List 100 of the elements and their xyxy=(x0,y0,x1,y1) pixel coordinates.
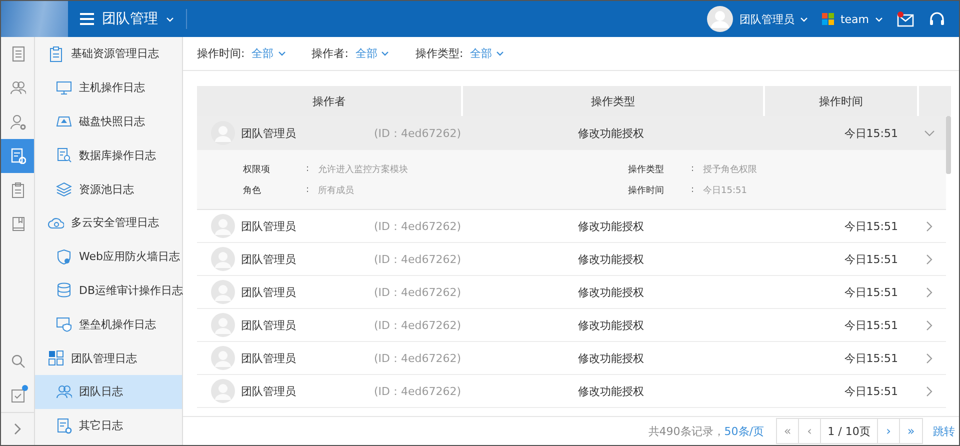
chevron-right-icon xyxy=(926,286,933,298)
caret-down-icon xyxy=(875,16,883,22)
detail-value: 允许进入监控方案模块 xyxy=(318,163,408,176)
table-cell-text: 修改功能授权 xyxy=(577,384,645,398)
sidebar-item[interactable]: Web应用防火墙日志 xyxy=(35,240,182,274)
chevron-right-icon xyxy=(14,423,22,435)
app-menu-button[interactable]: 团队管理 xyxy=(68,9,187,29)
operator-id: (ID：4ed67262) xyxy=(374,218,461,234)
avatar-icon xyxy=(211,247,235,271)
book-icon xyxy=(10,216,26,232)
chevron-down-icon xyxy=(924,130,935,136)
scrollbar[interactable] xyxy=(946,116,951,174)
table-row[interactable]: 团队管理员 (ID：4ed67262) 修改功能授权 今日15:51 xyxy=(197,342,946,375)
filter-label: 操作时间: xyxy=(197,46,245,61)
colon: : xyxy=(306,164,310,174)
table-row[interactable]: 团队管理员 (ID：4ed67262) 修改功能授权 今日15:51 xyxy=(197,276,946,309)
colon: : xyxy=(691,164,696,174)
operator-id: (ID：4ed67262) xyxy=(374,126,461,140)
layers-icon xyxy=(56,181,72,198)
table-row[interactable]: 团队管理员 (ID：4ed67262) 修改功能授权 今日15:51 xyxy=(197,375,946,408)
table-cell-text: 修改功能授权 xyxy=(577,252,645,266)
table-cell-text: 今日15:51 xyxy=(843,284,899,300)
filter-dropdown[interactable]: 全部 xyxy=(252,46,286,61)
database-icon xyxy=(56,282,72,298)
detail-label: 权限项 xyxy=(243,164,271,176)
table-row[interactable]: 团队管理员 (ID：4ed67262) 修改功能授权 今日15:51 xyxy=(197,309,946,342)
record-count: 共490条记录， xyxy=(648,424,724,438)
sidebar-group[interactable]: 多云安全管理日志 xyxy=(35,206,182,240)
team-menu[interactable]: team xyxy=(822,12,883,26)
detail-value: 授予角色权限 xyxy=(703,164,757,176)
headset-icon xyxy=(929,11,945,27)
windows-logo-icon xyxy=(822,13,834,25)
document-icon xyxy=(10,46,26,62)
operator-name: 团队管理员 xyxy=(241,252,297,266)
avatar-icon xyxy=(211,379,235,403)
table-cell-text: 今日15:51 xyxy=(843,252,899,266)
filter-dropdown[interactable]: 全部 xyxy=(470,46,504,61)
table-cell-text: 修改功能授权 xyxy=(577,350,645,366)
table-row[interactable]: 团队管理员 (ID：4ed67262) 修改功能授权 今日15:51 xyxy=(197,243,946,276)
operator-name: 团队管理员 xyxy=(241,384,297,398)
monitor-shield-icon xyxy=(56,316,72,332)
sidebar-item[interactable]: 堡垒机操作日志 xyxy=(35,307,182,342)
operator-id: (ID：4ed67262) xyxy=(374,384,461,398)
grid-icon xyxy=(48,350,64,366)
operator-id: (ID：4ed67262) xyxy=(374,318,461,332)
detail-label: 操作时间 xyxy=(628,184,665,196)
monitor-icon xyxy=(56,80,72,96)
detail-label: 操作类型 xyxy=(628,164,665,176)
sidebar-item[interactable]: 团队日志 xyxy=(35,374,182,409)
sidebar-item[interactable]: 数据库操作日志 xyxy=(35,138,182,172)
caret-down-icon xyxy=(496,51,504,56)
chevron-right-icon xyxy=(926,352,933,364)
operator-name: 团队管理员 xyxy=(241,218,297,234)
sidebar-group[interactable]: 团队管理日志 xyxy=(35,341,182,375)
clipboard-icon xyxy=(10,182,26,198)
log-settings-icon xyxy=(56,418,72,434)
detail-label: 角色 xyxy=(243,184,262,196)
avatar-icon xyxy=(211,280,235,304)
table-cell-text: 今日15:51 xyxy=(843,126,899,140)
caret-down-icon xyxy=(166,16,174,22)
table-cell-text: 今日15:51 xyxy=(843,384,899,398)
avatar-icon xyxy=(211,214,235,238)
users-icon xyxy=(56,384,72,400)
task-check-icon xyxy=(10,387,26,403)
sidebar-item[interactable]: 资源池日志 xyxy=(35,172,182,206)
table-cell-text: 修改功能授权 xyxy=(577,218,645,234)
chevron-right-icon xyxy=(926,254,933,264)
detail-value: 今日15:51 xyxy=(703,184,747,196)
menu-icon xyxy=(80,13,94,25)
caret-down-icon xyxy=(800,16,808,22)
table-cell-text: 今日15:51 xyxy=(843,218,899,234)
sidebar-item[interactable]: 磁盘快照日志 xyxy=(35,104,182,138)
clipboard-icon xyxy=(48,46,64,62)
table-row[interactable]: 团队管理员 (ID：4ed67262) 修改功能授权 今日15:51 xyxy=(197,210,946,243)
users-icon xyxy=(10,80,26,96)
sidebar-group[interactable]: 基础资源管理日志 xyxy=(35,37,182,71)
caret-down-icon xyxy=(381,51,390,56)
filter-label: 操作类型: xyxy=(415,46,464,61)
filter-dropdown[interactable]: 全部 xyxy=(355,46,390,61)
database-search-icon xyxy=(56,147,72,164)
operator-id: (ID：4ed67262) xyxy=(374,284,461,300)
colon: : xyxy=(691,185,696,195)
avatar-icon xyxy=(211,313,235,337)
chevron-right-icon xyxy=(926,320,933,330)
log-settings-icon xyxy=(10,148,26,164)
operator-name: 团队管理员 xyxy=(241,284,297,300)
logo xyxy=(1,1,68,37)
sidebar-item[interactable]: 其它日志 xyxy=(35,408,182,443)
table-cell-text: 修改功能授权 xyxy=(577,284,645,300)
table-cell-text: 今日15:51 xyxy=(843,350,899,366)
table-cell-text: 修改功能授权 xyxy=(577,318,645,332)
sidebar-item[interactable]: DB运维审计操作日志 xyxy=(35,274,182,308)
table-row[interactable]: 团队管理员 (ID：4ed67262) 修改功能授权 今日15:51 xyxy=(197,116,946,150)
sidebar-item[interactable]: 主机操作日志 xyxy=(35,70,182,105)
caret-down-icon xyxy=(278,51,286,56)
avatar-icon xyxy=(707,6,734,32)
table-cell-text: 修改功能授权 xyxy=(577,126,645,140)
user-menu[interactable]: 团队管理员 xyxy=(707,6,808,32)
operator-name: 团队管理员 xyxy=(241,318,297,332)
search-icon xyxy=(10,353,26,369)
